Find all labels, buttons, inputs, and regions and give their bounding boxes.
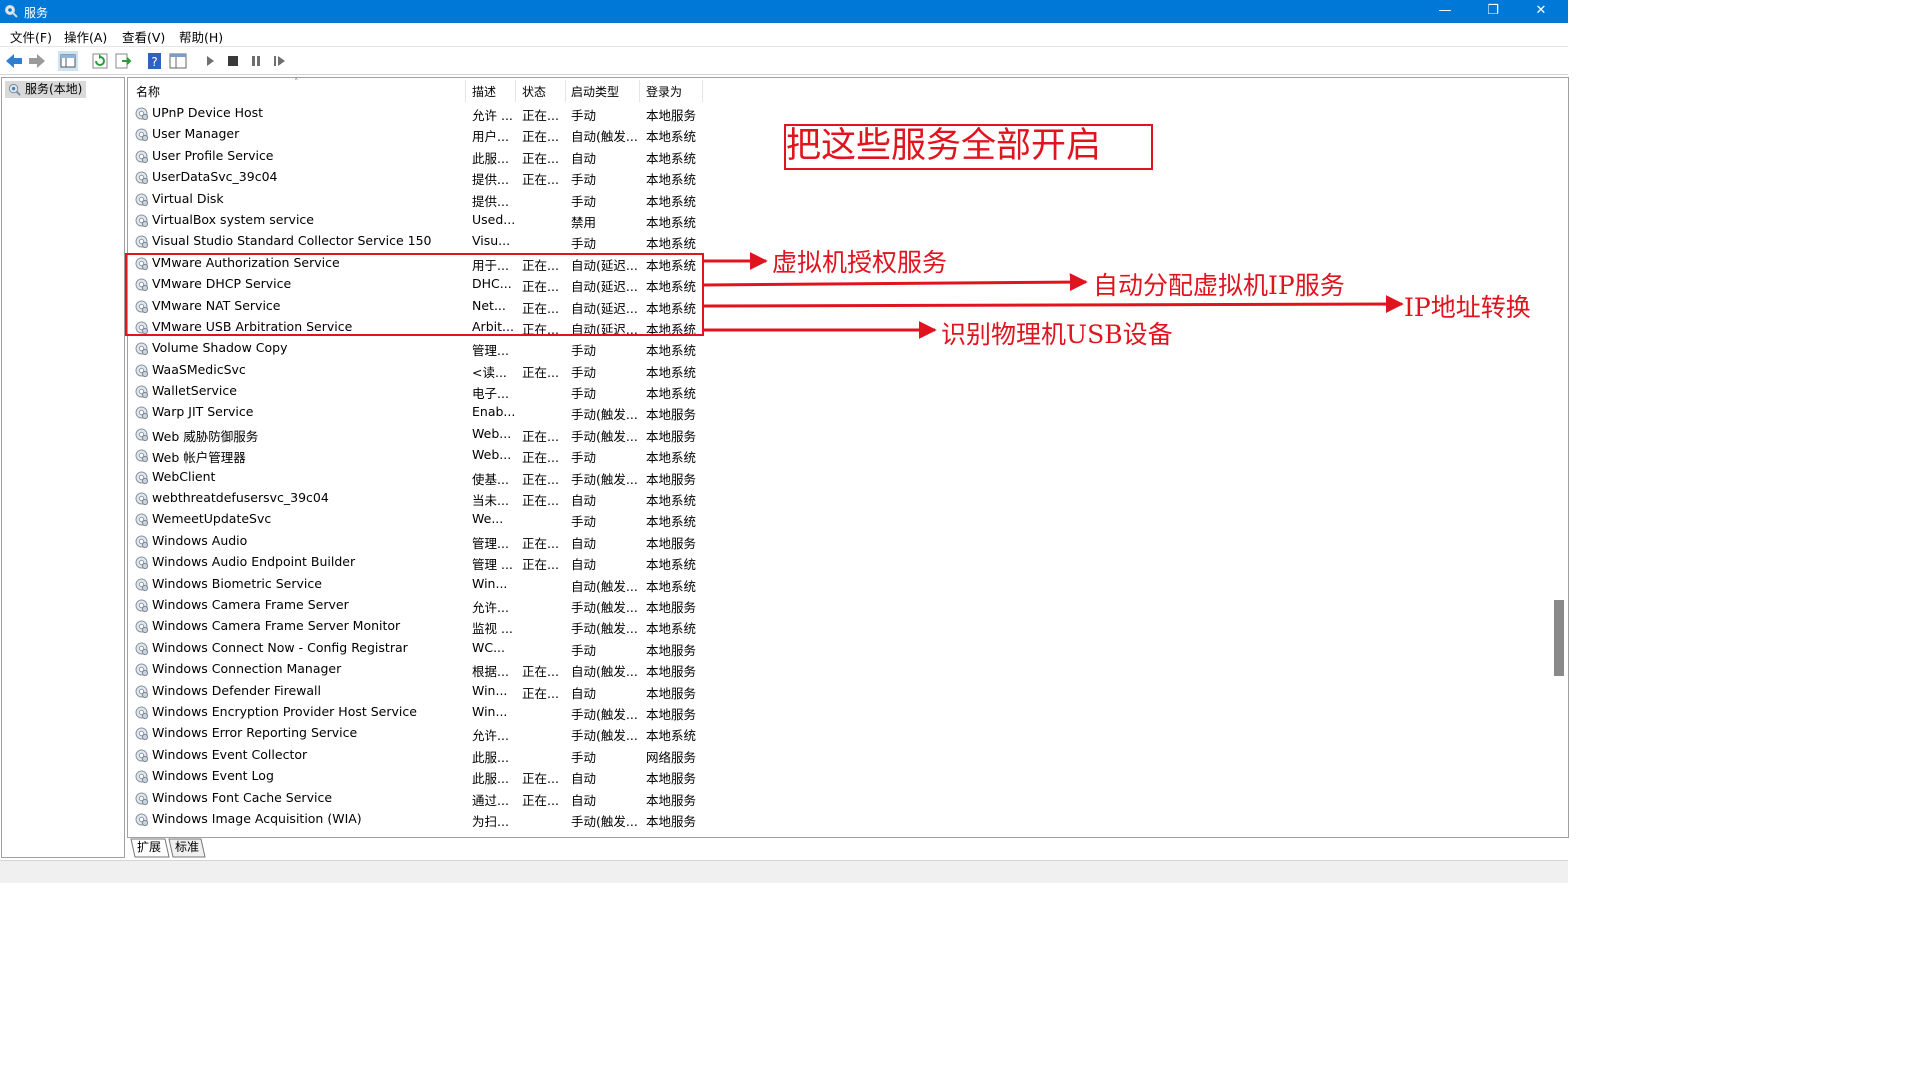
annotation-vmware-authorization: 虚拟机授权服务 bbox=[772, 248, 948, 277]
arrow-nat bbox=[703, 295, 1404, 314]
annotation-vmware-usb: 识别物理机USB设备 bbox=[941, 320, 1173, 349]
annotation-vmware-dhcp: 自动分配虚拟机IP服务 bbox=[1093, 271, 1345, 300]
annotation-vmware-nat: IP地址转换 bbox=[1404, 293, 1531, 322]
arrow-dhcp bbox=[703, 273, 1088, 292]
annotation-arrows bbox=[703, 252, 1404, 339]
